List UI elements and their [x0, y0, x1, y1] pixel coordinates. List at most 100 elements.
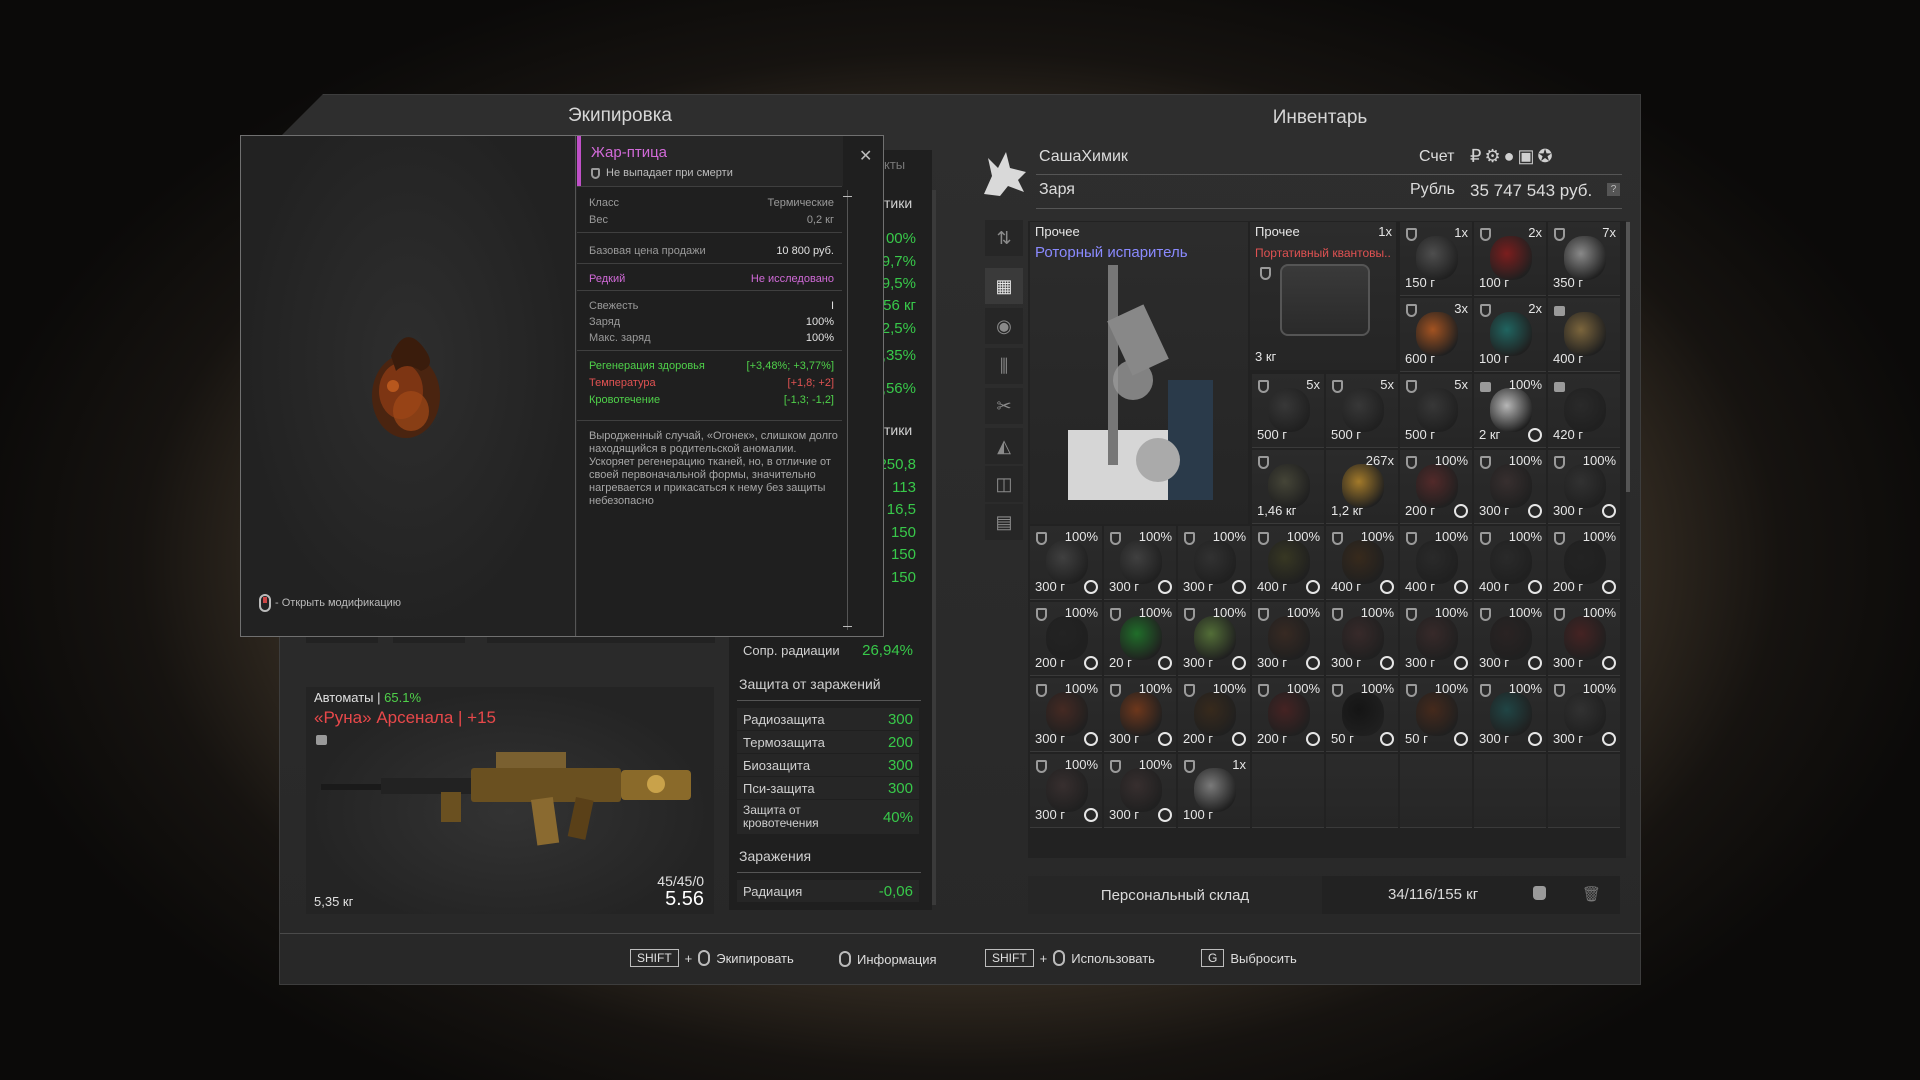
item-weight: 100 г — [1183, 807, 1214, 822]
close-icon[interactable]: ✕ — [859, 146, 872, 166]
item-weight: 600 г — [1405, 351, 1436, 366]
inventory-cell[interactable]: 100% 300 г — [1474, 602, 1546, 676]
inventory-cell[interactable]: 100% 200 г — [1178, 678, 1250, 752]
item-weight: 500 г — [1331, 427, 1362, 442]
portable-quantum-item-cell[interactable]: Прочее 1x Портативный квантовы.. 3 кг — [1250, 222, 1396, 370]
contamination-section-title: Заражения — [739, 848, 812, 864]
badge-icon[interactable]: ✪ — [1537, 146, 1555, 166]
freshness-label: Свежесть — [589, 300, 639, 312]
inventory-cell[interactable]: 5x 500 г — [1252, 374, 1324, 448]
hint-info: Информация — [839, 951, 937, 967]
item-weight: 1,2 кг — [1331, 503, 1364, 518]
inventory-cell[interactable]: 100% 20 г — [1104, 602, 1176, 676]
inventory-cell[interactable]: 100% 300 г — [1548, 678, 1620, 752]
inventory-cell[interactable]: 100% 300 г — [1104, 526, 1176, 600]
inventory-cell[interactable]: 100% 200 г — [1400, 450, 1472, 524]
empty-inventory-cell[interactable] — [1326, 754, 1398, 828]
item-weight: 350 г — [1553, 275, 1584, 290]
stats-scrollbar[interactable] — [932, 190, 936, 905]
clock-icon — [1380, 656, 1394, 670]
ammo-filter-icon[interactable]: ⫼ — [985, 348, 1023, 384]
ruble-icon[interactable]: ₽ — [1470, 146, 1484, 166]
inventory-cell[interactable]: 3x 600 г — [1400, 298, 1472, 372]
scroll-up-icon[interactable] — [843, 196, 852, 197]
item-image — [1490, 616, 1532, 660]
artifact-filter-icon[interactable]: ◉ — [985, 308, 1023, 344]
inventory-cell[interactable]: 100% 300 г — [1548, 602, 1620, 676]
parts-filter-icon[interactable]: ◫ — [985, 466, 1023, 502]
personal-storage-tab[interactable]: Персональный склад — [1028, 876, 1322, 914]
inventory-cell[interactable]: 100% 300 г — [1474, 678, 1546, 752]
gear-icon[interactable]: ⚙ — [1484, 146, 1503, 166]
inventory-cell[interactable]: 100% 300 г — [1400, 602, 1472, 676]
inventory-cell[interactable]: 100% 300 г — [1178, 602, 1250, 676]
inventory-cell[interactable]: 1x 100 г — [1178, 754, 1250, 828]
inventory-cell[interactable]: 100% 300 г — [1030, 526, 1102, 600]
item-weight: 200 г — [1183, 731, 1214, 746]
inventory-cell[interactable]: 2x 100 г — [1474, 222, 1546, 296]
inventory-cell[interactable]: 100% 50 г — [1400, 678, 1472, 752]
class-row: Класс Термические — [589, 197, 834, 209]
grid-view-icon[interactable]: ▦ — [985, 268, 1023, 304]
inventory-cell[interactable]: 267x 1,2 кг — [1326, 450, 1398, 524]
inventory-cell[interactable]: 100% 400 г — [1400, 526, 1472, 600]
inventory-cell[interactable]: 100% 300 г — [1030, 754, 1102, 828]
inventory-cell[interactable]: 100% 300 г — [1104, 678, 1176, 752]
container-filter-icon[interactable]: ▤ — [985, 504, 1023, 540]
shield-icon — [1332, 532, 1343, 545]
price-value: 10 800 руб. — [776, 245, 834, 257]
inventory-cell[interactable]: 100% 300 г — [1030, 678, 1102, 752]
empty-inventory-cell[interactable] — [1548, 754, 1620, 828]
item-weight: 300 г — [1035, 731, 1066, 746]
item-image — [1342, 388, 1384, 432]
class-label: Класс — [589, 197, 619, 209]
inventory-cell[interactable]: 100% 400 г — [1474, 526, 1546, 600]
inventory-cell[interactable]: 400 г — [1548, 298, 1620, 372]
inventory-cell[interactable]: 100% 400 г — [1326, 526, 1398, 600]
inventory-cell[interactable]: 2x 100 г — [1474, 298, 1546, 372]
clock-icon — [1232, 732, 1246, 746]
empty-inventory-cell[interactable] — [1400, 754, 1472, 828]
item-count: 2x — [1528, 225, 1542, 240]
inventory-cell[interactable]: 100% 300 г — [1252, 602, 1324, 676]
inventory-cell[interactable]: 100% 300 г — [1104, 754, 1176, 828]
inventory-cell[interactable]: 100% 300 г — [1474, 450, 1546, 524]
empty-inventory-cell[interactable] — [1252, 754, 1324, 828]
scroll-down-icon[interactable] — [843, 626, 852, 627]
clock-icon — [1306, 580, 1320, 594]
inventory-cell[interactable]: 1,46 кг — [1252, 450, 1324, 524]
inventory-cell[interactable]: 100% 50 г — [1326, 678, 1398, 752]
tooltip-scrollbar[interactable] — [847, 190, 848, 630]
inventory-cell[interactable]: 100% 2 кг — [1474, 374, 1546, 448]
inventory-cell[interactable]: 100% 400 г — [1252, 526, 1324, 600]
stats-tab-partial[interactable]: кты — [884, 157, 905, 172]
weapon-slot[interactable]: Автоматы | 65.1% «Руна» Арсенала | +15 4… — [306, 687, 714, 914]
inventory-cell[interactable]: 7x 350 г — [1548, 222, 1620, 296]
inventory-cell[interactable]: 100% 300 г — [1326, 602, 1398, 676]
inventory-cell[interactable]: 100% 300 г — [1178, 526, 1250, 600]
empty-inventory-cell[interactable] — [1474, 754, 1546, 828]
inventory-cell[interactable]: 100% 200 г — [1548, 526, 1620, 600]
sort-icon[interactable]: ⇅ — [985, 220, 1023, 256]
coin-icon[interactable]: ● — [1504, 146, 1518, 166]
clock-icon — [1084, 732, 1098, 746]
item-weight: 400 г — [1479, 579, 1510, 594]
inventory-cell[interactable]: 100% 200 г — [1252, 678, 1324, 752]
chip-icon[interactable]: ▣ — [1517, 146, 1537, 166]
inventory-cell[interactable]: 5x 500 г — [1400, 374, 1472, 448]
inventory-cell[interactable]: 100% 300 г — [1548, 450, 1620, 524]
inventory-cell[interactable]: 1x 150 г — [1400, 222, 1472, 296]
currency-icons[interactable]: ₽⚙●▣✪ — [1470, 146, 1556, 167]
documents-filter-icon[interactable]: ◭ — [985, 428, 1023, 464]
effect-value: [+1,8; +2] — [787, 377, 834, 389]
tools-filter-icon[interactable]: ✂ — [985, 388, 1023, 424]
trash-icon[interactable]: 🗑 — [1582, 885, 1601, 903]
inventory-cell[interactable]: 100% 200 г — [1030, 602, 1102, 676]
featured-item-cell[interactable]: Прочее Роторный испаритель — [1030, 222, 1248, 524]
inventory-cell[interactable]: 420 г — [1548, 374, 1620, 448]
shield-icon — [1258, 608, 1269, 621]
help-icon[interactable]: ? — [1607, 183, 1620, 196]
inventory-cell[interactable]: 5x 500 г — [1326, 374, 1398, 448]
weapon-caliber: 5.56 — [665, 888, 704, 910]
inventory-scrollbar[interactable] — [1626, 222, 1630, 856]
